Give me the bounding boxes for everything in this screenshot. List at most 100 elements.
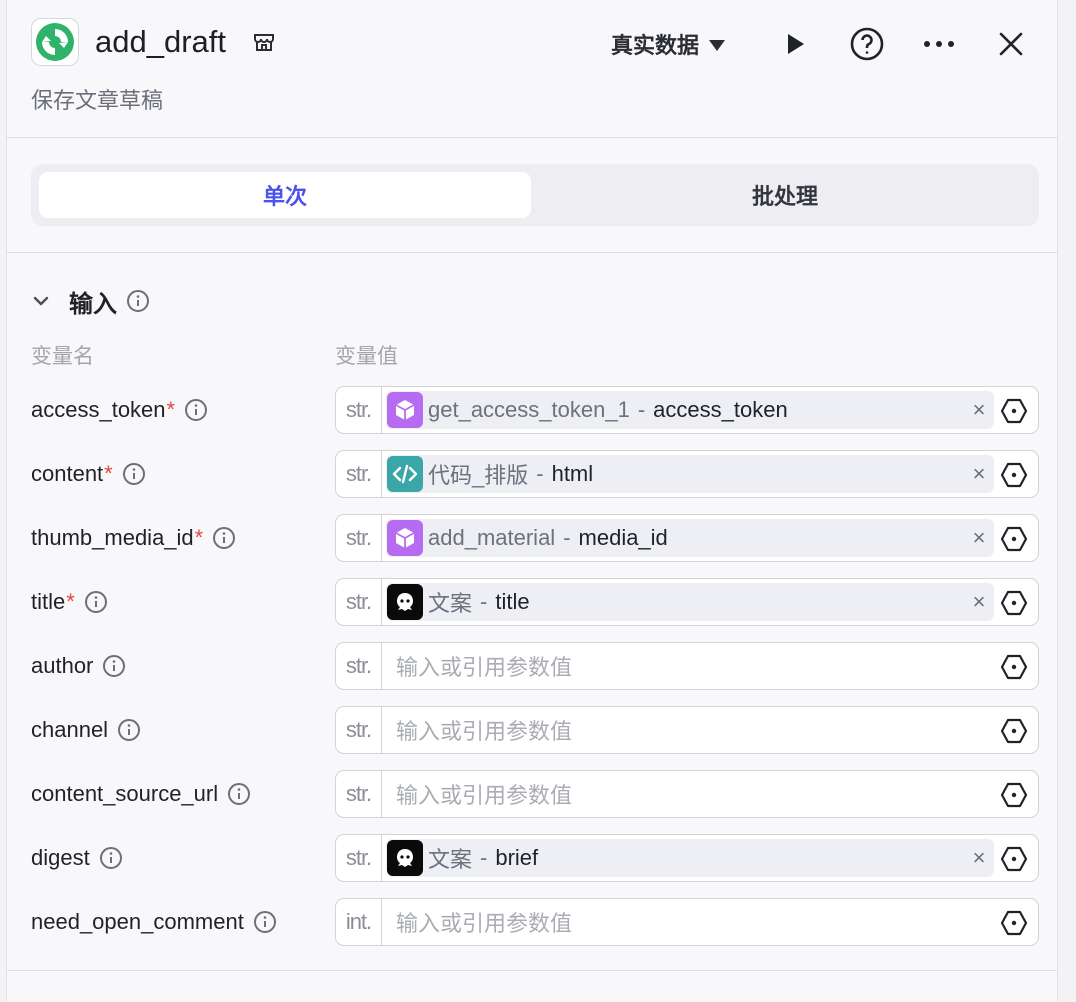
info-icon[interactable] [126, 289, 150, 313]
type-badge: str. [336, 451, 382, 497]
param-name: author [31, 653, 94, 678]
column-header-value: 变量值 [335, 345, 398, 368]
panel-title: add_draft [95, 24, 226, 59]
caret-down-icon [709, 39, 726, 51]
param-value-field[interactable]: str. 输入或引用参数值 [335, 706, 1039, 754]
variable-reference-chip[interactable]: add_material - media_id [386, 519, 994, 557]
clear-icon[interactable]: × [966, 523, 992, 553]
info-icon[interactable] [99, 846, 123, 870]
reference-variable-icon[interactable] [1000, 525, 1028, 553]
input-row-author: author str. 输入或引用参数值 [7, 642, 1057, 690]
info-icon[interactable] [122, 462, 146, 486]
reference-variable-icon[interactable] [1000, 589, 1028, 617]
more-button[interactable] [917, 22, 961, 66]
reference-source-node: get_access_token_1 [428, 397, 630, 422]
inputs-section-header[interactable]: 输入 [31, 284, 150, 318]
tab-batch[interactable]: 批处理 [539, 172, 1031, 218]
reference-variable-icon[interactable] [1000, 717, 1028, 745]
help-icon [850, 27, 884, 61]
param-name-label: digest [31, 834, 123, 882]
param-value-placeholder: 输入或引用参数值 [396, 911, 573, 936]
param-value-field[interactable]: str. 输入或引用参数值 [335, 642, 1039, 690]
close-button[interactable] [989, 22, 1033, 66]
panel-subtitle: 保存文章草稿 [31, 88, 164, 113]
reference-variable-icon[interactable] [1000, 461, 1028, 489]
param-name-label: content * [31, 450, 146, 498]
info-icon[interactable] [184, 398, 208, 422]
reference-variable-name: brief [495, 845, 539, 870]
type-badge: str. [336, 835, 382, 881]
clear-icon[interactable]: × [966, 843, 992, 873]
reference-variable-icon[interactable] [1000, 781, 1028, 809]
type-badge: int. [336, 899, 382, 945]
panel-header: add_draft 保存文章草稿 真实数据 [7, 0, 1057, 138]
param-value-field[interactable]: str. 文案 - title × [335, 578, 1039, 626]
close-icon [999, 32, 1023, 56]
param-value-field[interactable]: str. 代码_排版 - html × [335, 450, 1039, 498]
reference-source-node: add_material [428, 525, 556, 550]
required-asterisk: * [104, 461, 113, 486]
info-icon[interactable] [117, 718, 141, 742]
input-row-thumb-media-id: thumb_media_id * str. add_material - media_id… [7, 514, 1057, 562]
chevron-down-icon[interactable] [31, 291, 51, 311]
ghost-icon [387, 840, 423, 876]
run-button[interactable] [773, 22, 817, 66]
divider [7, 970, 1057, 971]
store-icon[interactable] [252, 30, 276, 54]
reference-variable-icon[interactable] [1000, 397, 1028, 425]
param-name: content_source_url [31, 781, 219, 806]
tab-single[interactable]: 单次 [39, 172, 531, 218]
reference-separator: - [480, 589, 488, 614]
data-mode-select[interactable]: 真实数据 [611, 28, 726, 60]
reference-source-node: 文案 [428, 591, 473, 616]
reference-variable-icon[interactable] [1000, 909, 1028, 937]
param-name-label: content_source_url [31, 770, 251, 818]
reference-variable-icon[interactable] [1000, 653, 1028, 681]
reference-variable-icon[interactable] [1000, 845, 1028, 873]
play-icon [788, 34, 804, 54]
param-name-label: author [31, 642, 126, 690]
variable-reference-chip[interactable]: 文案 - brief [386, 839, 994, 877]
param-name-label: thumb_media_id * [31, 514, 236, 562]
param-value-placeholder: 输入或引用参数值 [396, 655, 573, 680]
input-row-digest: digest str. 文案 - brief × [7, 834, 1057, 882]
info-icon[interactable] [227, 782, 251, 806]
param-value-field[interactable]: str. add_material - media_id × [335, 514, 1039, 562]
reference-variable-name: title [495, 589, 530, 614]
info-icon[interactable] [84, 590, 108, 614]
reference-separator: - [637, 397, 646, 422]
cube-icon [387, 520, 423, 556]
help-button[interactable] [845, 22, 889, 66]
required-asterisk: * [66, 589, 75, 614]
input-row-channel: channel str. 输入或引用参数值 [7, 706, 1057, 754]
clear-icon[interactable]: × [966, 459, 992, 489]
info-icon[interactable] [253, 910, 277, 934]
inputs-section-title: 输入 [69, 290, 117, 318]
info-icon[interactable] [212, 526, 236, 550]
variable-reference-chip[interactable]: 文案 - title [386, 583, 994, 621]
variable-reference-chip[interactable]: get_access_token_1- access_token [386, 391, 994, 429]
cube-icon [387, 392, 423, 428]
column-header-name: 变量名 [31, 345, 94, 368]
clear-icon[interactable]: × [966, 587, 992, 617]
param-value-field[interactable]: str. get_access_token_1- access_token × [335, 386, 1039, 434]
info-icon[interactable] [102, 654, 126, 678]
param-name: digest [31, 845, 90, 870]
required-asterisk: * [194, 525, 204, 550]
reference-variable-name: media_id [578, 525, 668, 550]
clear-icon[interactable]: × [966, 395, 992, 425]
param-name: title [31, 589, 66, 614]
reference-variable-name: access_token [653, 397, 788, 422]
param-name: thumb_media_id [31, 525, 194, 550]
more-icon [924, 41, 954, 47]
param-value-field[interactable]: str. 文案 - brief × [335, 834, 1039, 882]
type-badge: str. [336, 515, 382, 561]
type-badge: str. [336, 643, 382, 689]
param-name-label: title * [31, 578, 108, 626]
param-value-field[interactable]: int. 输入或引用参数值 [335, 898, 1039, 946]
input-row-content: content * str. 代码_排版 - html × [7, 450, 1057, 498]
variable-reference-chip[interactable]: 代码_排版 - html [386, 455, 994, 493]
param-value-field[interactable]: str. 输入或引用参数值 [335, 770, 1039, 818]
required-asterisk: * [166, 397, 176, 422]
code-icon [387, 456, 423, 492]
